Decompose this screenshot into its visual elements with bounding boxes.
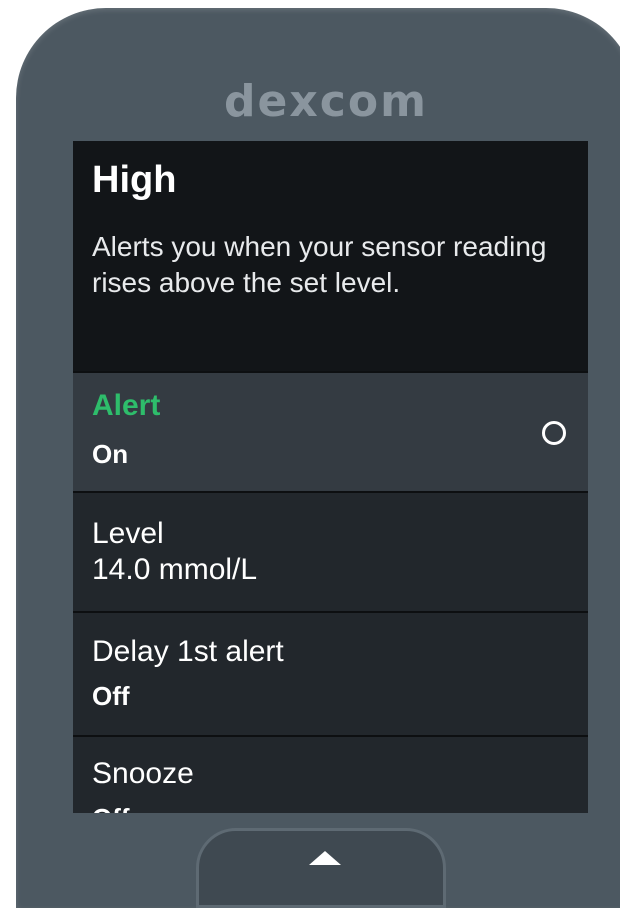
- setting-label-alert: Alert: [92, 389, 161, 422]
- setting-row-level[interactable]: Level 14.0 mmol/L: [73, 491, 588, 611]
- setting-row-delay[interactable]: Delay 1st alert Off: [73, 611, 588, 735]
- setting-row-snooze[interactable]: Snooze Off: [73, 735, 588, 813]
- device-screen: High Alerts you when your sensor reading…: [73, 141, 588, 813]
- setting-value-snooze: Off: [92, 803, 130, 813]
- setting-label-delay: Delay 1st alert: [92, 635, 284, 668]
- arrow-up-icon: [309, 851, 341, 865]
- setting-value-delay: Off: [92, 681, 130, 711]
- brand-logo: Dexcom: [224, 76, 428, 127]
- page-title: High: [92, 159, 177, 201]
- radio-circle-icon[interactable]: [542, 421, 566, 445]
- setting-value-level: 14.0 mmol/L: [92, 553, 258, 586]
- setting-row-alert[interactable]: Alert On: [73, 371, 588, 491]
- setting-value-alert: On: [92, 439, 129, 469]
- page-description: Alerts you when your sensor reading rise…: [92, 231, 547, 298]
- alert-header: High Alerts you when your sensor reading…: [73, 141, 588, 371]
- setting-label-snooze: Snooze: [92, 757, 194, 790]
- up-button[interactable]: [196, 828, 446, 908]
- setting-label-level: Level: [92, 517, 164, 550]
